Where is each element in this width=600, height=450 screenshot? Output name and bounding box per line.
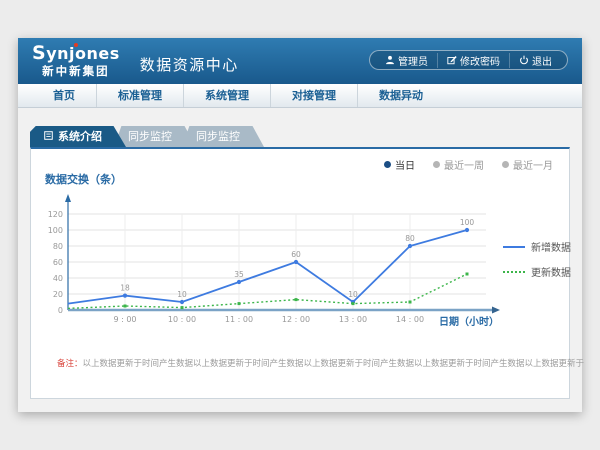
footnote-prefix: 备注：: [57, 359, 83, 369]
data-point: [465, 228, 469, 232]
page-title: 数据资源中心: [140, 54, 239, 75]
change-password-label: 修改密码: [460, 53, 500, 68]
filter-last-month[interactable]: 最近一月: [502, 157, 553, 172]
data-point: [466, 273, 469, 276]
tab-bar: 系统介绍 同步监控 同步监控: [30, 126, 250, 147]
nav-item-data-change[interactable]: 数据异动: [357, 84, 444, 107]
y-tick-label: 100: [48, 226, 63, 235]
solid-line-swatch-icon: [503, 246, 525, 248]
data-point: [123, 294, 127, 298]
data-point-label: 60: [291, 250, 301, 259]
tab-sync-monitor-1[interactable]: 同步监控: [114, 126, 196, 147]
legend-label: 新增数据: [531, 239, 571, 254]
company-logo: Synjones 新中新集团: [32, 44, 120, 78]
data-point-label: 18: [120, 284, 130, 293]
logo-company-name: 新中新集团: [32, 66, 120, 78]
document-icon: [44, 126, 53, 147]
dotted-line-swatch-icon: [503, 271, 525, 273]
legend-item-new-data: 新增数据: [503, 239, 571, 254]
period-filter-group: 当日 最近一周 最近一月: [384, 157, 553, 172]
nav-item-system-mgmt[interactable]: 系统管理: [183, 84, 270, 107]
data-point: [180, 300, 184, 304]
radio-icon: [502, 161, 509, 168]
y-tick-label: 40: [53, 274, 63, 283]
radio-selected-icon: [384, 161, 391, 168]
content-panel: 当日 最近一周 最近一月 数据交换（条） 0 20 40 60 80 100 120 9 : …: [30, 147, 570, 399]
power-icon: [519, 55, 529, 65]
filter-today-label: 当日: [395, 157, 415, 172]
change-password-button[interactable]: 修改密码: [437, 53, 509, 68]
x-tick-label: 13 : 00: [339, 315, 367, 324]
filter-today[interactable]: 当日: [384, 157, 415, 172]
current-user-label: 管理员: [398, 53, 428, 68]
filter-last-month-label: 最近一月: [513, 157, 553, 172]
y-tick-label: 60: [53, 258, 63, 267]
tab-system-intro[interactable]: 系统介绍: [30, 126, 126, 147]
x-tick-label: 12 : 00: [282, 315, 310, 324]
data-point: [237, 280, 241, 284]
filter-last-week-label: 最近一周: [444, 157, 484, 172]
logo-wordmark: Synjones: [32, 44, 120, 63]
y-tick-label: 20: [53, 290, 63, 299]
x-tick-label: 11 : 00: [225, 315, 253, 324]
y-tick-label: 0: [58, 306, 63, 315]
data-point: [352, 302, 355, 305]
legend-item-updated-data: 更新数据: [503, 264, 571, 279]
user-toolbar: 管理员 修改密码 退出: [369, 50, 568, 70]
current-user-button[interactable]: 管理员: [376, 53, 437, 68]
x-tick-label: 14 : 00: [396, 315, 424, 324]
y-axis-arrow-icon: [65, 194, 71, 202]
chart-legend: 新增数据 更新数据: [503, 239, 571, 289]
data-point-label: 10: [348, 290, 358, 299]
line-chart: 0 20 40 60 80 100 120 9 : 00 10 : 00 11 : 00 12 : …: [41, 187, 585, 337]
data-point: [408, 244, 412, 248]
logout-label: 退出: [532, 53, 552, 68]
data-point: [294, 260, 298, 264]
footnote: 备注：以上数据更新于时间产生数据以上数据更新于时间产生数据以上数据更新于时间产生…: [57, 357, 563, 369]
logo-initial: S: [32, 42, 46, 64]
main-nav: 首页 标准管理 系统管理 对接管理 数据异动: [18, 84, 582, 108]
x-tick-label: 9 : 00: [113, 315, 136, 324]
chart-x-axis-title: 日期（小时）: [439, 313, 499, 328]
edit-icon: [447, 55, 457, 65]
legend-label: 更新数据: [531, 264, 571, 279]
tab-label: 系统介绍: [58, 126, 102, 147]
data-point-label: 35: [234, 270, 244, 279]
tab-sync-monitor-2[interactable]: 同步监控: [182, 126, 264, 147]
data-point: [238, 302, 241, 305]
nav-item-standard-mgmt[interactable]: 标准管理: [96, 84, 183, 107]
chart-canvas: 0 20 40 60 80 100 120 9 : 00 10 : 00 11 : 00 12 : …: [41, 187, 501, 337]
radio-icon: [433, 161, 440, 168]
data-point-label: 100: [460, 218, 475, 227]
y-tick-label: 120: [48, 210, 63, 219]
data-point-label: 10: [177, 290, 187, 299]
data-point: [124, 305, 127, 308]
logo-rest: ynjones: [46, 44, 120, 63]
data-point: [295, 298, 298, 301]
nav-item-integration-mgmt[interactable]: 对接管理: [270, 84, 357, 107]
app-header: Synjones 新中新集团 数据资源中心 管理员 修改密码 退出: [18, 38, 582, 84]
y-tick-label: 80: [53, 242, 63, 251]
data-point: [181, 306, 184, 309]
user-icon: [385, 55, 395, 65]
footnote-text: 以上数据更新于时间产生数据以上数据更新于时间产生数据以上数据更新于时间产生数据以…: [83, 359, 585, 369]
data-point-label: 80: [405, 234, 415, 243]
app-window: Synjones 新中新集团 数据资源中心 管理员 修改密码 退出 首页 标准管…: [18, 38, 582, 412]
filter-last-week[interactable]: 最近一周: [433, 157, 484, 172]
chart-y-axis-title: 数据交换（条）: [45, 171, 122, 187]
data-point: [409, 301, 412, 304]
x-tick-label: 10 : 00: [168, 315, 196, 324]
logout-button[interactable]: 退出: [509, 53, 561, 68]
nav-item-home[interactable]: 首页: [32, 84, 96, 107]
